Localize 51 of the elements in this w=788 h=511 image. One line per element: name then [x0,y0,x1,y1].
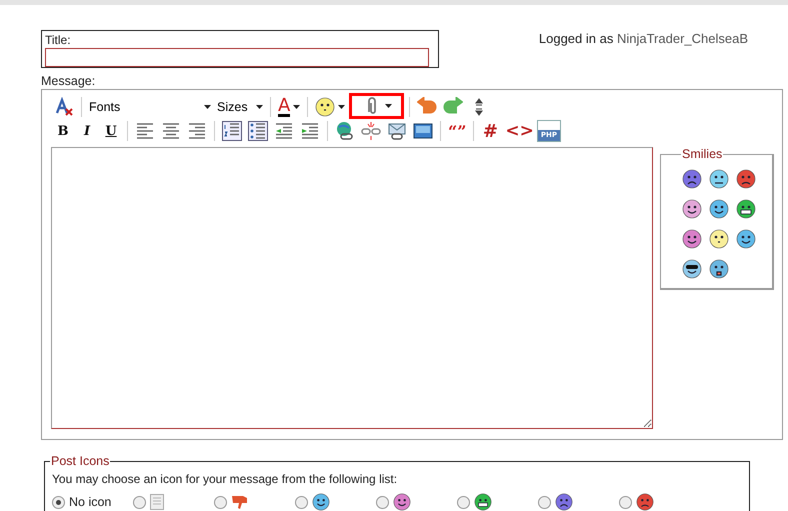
thumbs-down-icon [231,494,249,510]
outdent-icon [274,121,294,141]
radio-button[interactable] [457,496,470,508]
username: NinjaTrader_ChelseaB [616,31,748,46]
smilies-legend: Smilies [681,147,724,161]
quote-button[interactable]: “” [445,120,470,142]
font-dropdown[interactable]: Fonts [86,96,214,118]
bold-button[interactable]: B [51,120,75,142]
align-center-icon [161,121,181,141]
smiley-icon [315,97,336,117]
document-icon [150,494,164,510]
radio-button[interactable] [52,496,65,508]
align-left-icon [135,121,155,141]
caret-icon [384,104,392,108]
caret-icon [204,105,211,109]
numbered-list-icon [222,121,242,141]
align-right-icon [187,121,207,141]
html-button[interactable]: <> [502,120,537,142]
numbered-list-button[interactable] [220,120,244,142]
hint-text: You may choose an icon for your message from the following list: [52,472,398,486]
clear-format-icon [54,97,74,117]
option-label: No icon [69,495,112,509]
field-label: Title: [45,34,72,47]
smiley-button[interactable] [313,96,348,118]
radio-button[interactable] [214,496,227,508]
image-icon [413,121,433,141]
title-input[interactable] [45,48,429,67]
envelope-link-icon [387,121,407,141]
radio-button[interactable] [619,496,632,508]
italic-button[interactable]: I [75,120,99,142]
indent-icon [300,121,320,141]
broken-link-icon [361,121,381,141]
field-label: Message: [41,74,96,89]
caret-icon [293,105,300,109]
radio-button[interactable] [133,496,146,508]
attach-button[interactable] [349,93,404,119]
underline-button[interactable]: U [99,120,123,142]
bullet-list-icon [248,121,268,141]
caret-icon [338,105,346,109]
radio-button[interactable] [376,496,389,508]
radio-button[interactable] [538,496,551,508]
login-text: Logged in as [538,31,614,46]
bullet-list-button[interactable] [246,120,270,142]
caret-icon [256,105,263,109]
font-color-button[interactable]: A [276,96,302,118]
radio-button[interactable] [295,496,308,508]
code-button[interactable]: # [478,120,502,142]
size-dropdown[interactable]: Sizes [214,96,266,118]
post-icons-legend: Post Icons [50,454,110,468]
globe-link-icon [335,121,355,141]
broken-link-button[interactable] [359,120,383,142]
